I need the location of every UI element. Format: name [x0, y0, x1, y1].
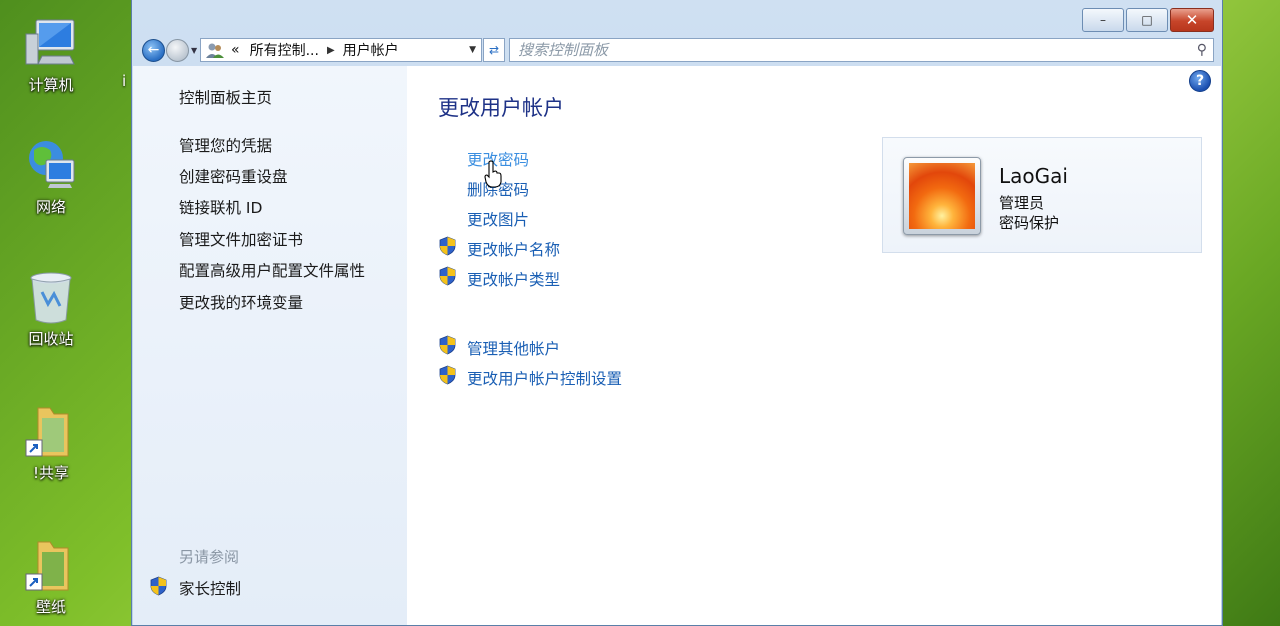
see-also-heading: 另请参阅: [179, 548, 240, 566]
forward-button[interactable]: [166, 39, 189, 62]
desktop-icon-label: !共享: [32, 464, 69, 482]
maximize-button[interactable]: □: [1126, 8, 1168, 32]
content-area: 控制面板主页 管理您的凭据 创建密码重设盘 链接联机 ID 管理文件加密证书 配…: [133, 66, 1221, 625]
left-link[interactable]: 管理您的凭据: [179, 134, 272, 156]
breadcrumb-separator-icon[interactable]: ▶: [327, 45, 335, 56]
desktop-icon-network[interactable]: 网络: [8, 138, 94, 217]
navigation-bar: ← ▼ « 所有控制... ▶ 用户帐户 ▼ ⇄ 搜索控制面板 ⚲: [140, 38, 1214, 64]
title-bar[interactable]: – □ ✕: [132, 0, 1222, 36]
desktop-icon-label: 回收站: [28, 330, 74, 348]
user-account-card: LaoGai 管理员 密码保护: [882, 137, 1202, 253]
desktop-icon-recycle-bin[interactable]: 回收站: [8, 270, 94, 349]
left-link[interactable]: 创建密码重设盘: [179, 165, 288, 187]
search-icon[interactable]: ⚲: [1197, 39, 1207, 61]
manage-other-accounts-link[interactable]: 管理其他帐户: [467, 337, 560, 359]
left-link[interactable]: 更改我的环境变量: [179, 291, 303, 313]
left-link[interactable]: 配置高级用户配置文件属性: [179, 259, 365, 281]
folder-shortcut-icon: [24, 404, 78, 458]
desktop-icon-share[interactable]: !共享: [8, 404, 94, 483]
folder-shortcut-icon: [24, 538, 78, 592]
change-account-name-link[interactable]: 更改帐户名称: [467, 238, 560, 260]
left-link[interactable]: 链接联机 ID: [179, 196, 262, 218]
change-account-type-link[interactable]: 更改帐户类型: [467, 268, 560, 290]
help-icon[interactable]: ?: [1189, 70, 1211, 92]
uac-shield-icon: [439, 365, 456, 385]
uac-shield-icon: [439, 236, 456, 256]
page-title: 更改用户帐户: [438, 96, 564, 120]
uac-shield-icon: [439, 266, 456, 286]
computer-icon: [24, 16, 78, 70]
uac-shield-icon: [439, 335, 456, 355]
desktop-icon-label-partial: i: [122, 72, 127, 90]
parental-control-link[interactable]: 家长控制: [179, 577, 241, 599]
user-role: 管理员: [999, 194, 1045, 212]
control-panel-home-link[interactable]: 控制面板主页: [179, 86, 272, 108]
left-pane: 控制面板主页 管理您的凭据 创建密码重设盘 链接联机 ID 管理文件加密证书 配…: [133, 66, 407, 625]
window-controls: – □ ✕: [1080, 8, 1214, 32]
breadcrumb-item[interactable]: 用户帐户: [343, 40, 399, 60]
address-bar[interactable]: « 所有控制... ▶ 用户帐户 ▼: [200, 38, 482, 62]
minimize-button[interactable]: –: [1082, 8, 1124, 32]
desktop-icon-label: 计算机: [28, 76, 74, 94]
user-name: LaoGai: [999, 164, 1068, 188]
desktop-icon-label: 壁纸: [35, 598, 66, 616]
recycle-bin-icon: [24, 270, 78, 324]
uac-shield-icon: [150, 576, 167, 596]
network-icon: [24, 138, 78, 192]
control-panel-window: – □ ✕ ← ▼ « 所有控制... ▶ 用户帐户 ▼ ⇄ 搜索控制面板 ⚲: [131, 0, 1223, 626]
close-button[interactable]: ✕: [1170, 8, 1214, 32]
user-accounts-icon: [205, 41, 225, 59]
uac-settings-link[interactable]: 更改用户帐户控制设置: [467, 367, 622, 389]
back-button[interactable]: ←: [142, 39, 165, 62]
address-dropdown-icon[interactable]: ▼: [469, 45, 476, 55]
hand-cursor-icon: [484, 160, 502, 188]
left-link[interactable]: 管理文件加密证书: [179, 228, 303, 250]
desktop-icon-computer[interactable]: 计算机: [8, 16, 94, 95]
recent-pages-dropdown[interactable]: ▼: [191, 46, 197, 55]
desktop-icon-wallpaper[interactable]: 壁纸: [8, 538, 94, 617]
change-picture-link[interactable]: 更改图片: [467, 208, 529, 230]
search-placeholder: 搜索控制面板: [518, 41, 609, 59]
breadcrumb-overflow[interactable]: «: [231, 42, 240, 58]
breadcrumb-item[interactable]: 所有控制...: [250, 40, 319, 60]
desktop-icon-label: 网络: [35, 198, 66, 216]
search-input[interactable]: 搜索控制面板 ⚲: [509, 38, 1214, 62]
refresh-button[interactable]: ⇄: [483, 38, 505, 62]
user-password-status: 密码保护: [999, 214, 1060, 232]
avatar: [903, 157, 981, 235]
